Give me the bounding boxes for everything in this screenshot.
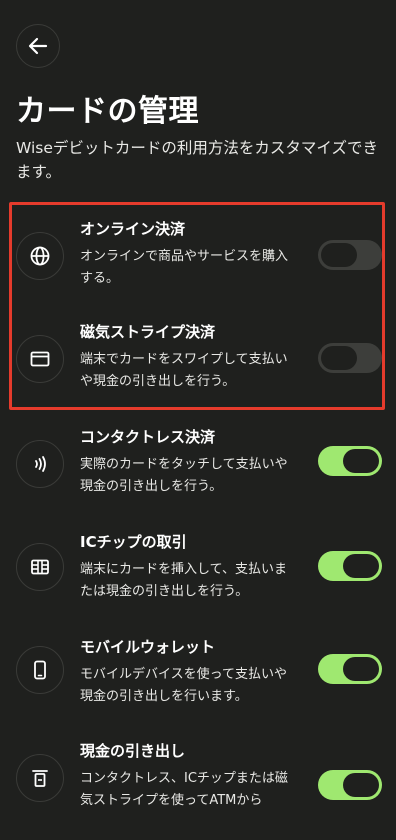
chip-icon <box>31 559 49 575</box>
toggle-knob <box>343 657 379 681</box>
cash-withdrawal-toggle[interactable] <box>318 770 382 800</box>
setting-description: 端末にカードを挿入して、支払いまたは現金の引き出しを行う。 <box>80 562 287 599</box>
page-title: カードの管理 <box>16 94 199 129</box>
card-icon <box>30 351 50 367</box>
toggle-knob <box>343 773 379 797</box>
online-payments-toggle[interactable] <box>318 240 382 270</box>
chip-transactions-toggle[interactable] <box>318 551 382 581</box>
setting-title: オンライン決済 <box>80 220 186 238</box>
setting-title: モバイルウォレット <box>80 638 216 656</box>
cash-icon-circle <box>16 754 64 802</box>
setting-magstripe-payments: 磁気ストライプ決済 端末でカードをスワイプして支払いや現金の引き出しを行う。 <box>0 321 396 421</box>
cash-icon <box>32 770 48 787</box>
back-button[interactable] <box>16 24 60 68</box>
contactless-icon-circle <box>16 440 64 488</box>
setting-title: 磁気ストライプ決済 <box>80 323 216 341</box>
mobile-wallet-toggle[interactable] <box>318 654 382 684</box>
page-description: Wiseデビットカードの利用方法をカスタマイズできます。 <box>16 139 378 181</box>
setting-description: オンラインで商品やサービスを購入する。 <box>80 249 289 286</box>
toggle-knob <box>343 554 379 578</box>
setting-description: 実際のカードをタッチして支払いや現金の引き出しを行う。 <box>80 457 288 494</box>
phone-icon <box>34 660 46 680</box>
chip-icon-circle <box>16 543 64 591</box>
setting-chip-transactions: ICチップの取引 端末にカードを挿入して、支払いまたは現金の引き出しを行う。 <box>0 531 396 631</box>
card-icon-circle <box>16 335 64 383</box>
phone-icon-circle <box>16 646 64 694</box>
setting-online-payments: オンライン決済 オンラインで商品やサービスを購入する。 <box>0 218 396 318</box>
setting-contactless-payments: コンタクトレス決済 実際のカードをタッチして支払いや現金の引き出しを行う。 <box>0 426 396 526</box>
contactless-payments-toggle[interactable] <box>318 446 382 476</box>
setting-title: 現金の引き出し <box>80 742 186 760</box>
setting-title: コンタクトレス決済 <box>80 428 216 446</box>
toggle-knob <box>321 346 357 370</box>
magstripe-payments-toggle[interactable] <box>318 343 382 373</box>
arrow-left-icon <box>28 37 48 55</box>
toggle-knob <box>321 243 357 267</box>
setting-description: 端末でカードをスワイプして支払いや現金の引き出しを行う。 <box>80 352 288 389</box>
contactless-icon <box>35 456 46 472</box>
setting-cash-withdrawal: 現金の引き出し コンタクトレス、ICチップまたは磁気ストライプを使ってATMから <box>0 740 396 840</box>
globe-icon <box>30 246 50 266</box>
setting-description: コンタクトレス、ICチップまたは磁気ストライプを使ってATMから <box>80 771 288 808</box>
setting-description: モバイルデバイスを使って支払いや現金の引き出しを行います。 <box>80 667 287 704</box>
toggle-knob <box>343 449 379 473</box>
setting-title: ICチップの取引 <box>80 533 187 551</box>
globe-icon-circle <box>16 232 64 280</box>
setting-mobile-wallet: モバイルウォレット モバイルデバイスを使って支払いや現金の引き出しを行います。 <box>0 636 396 736</box>
